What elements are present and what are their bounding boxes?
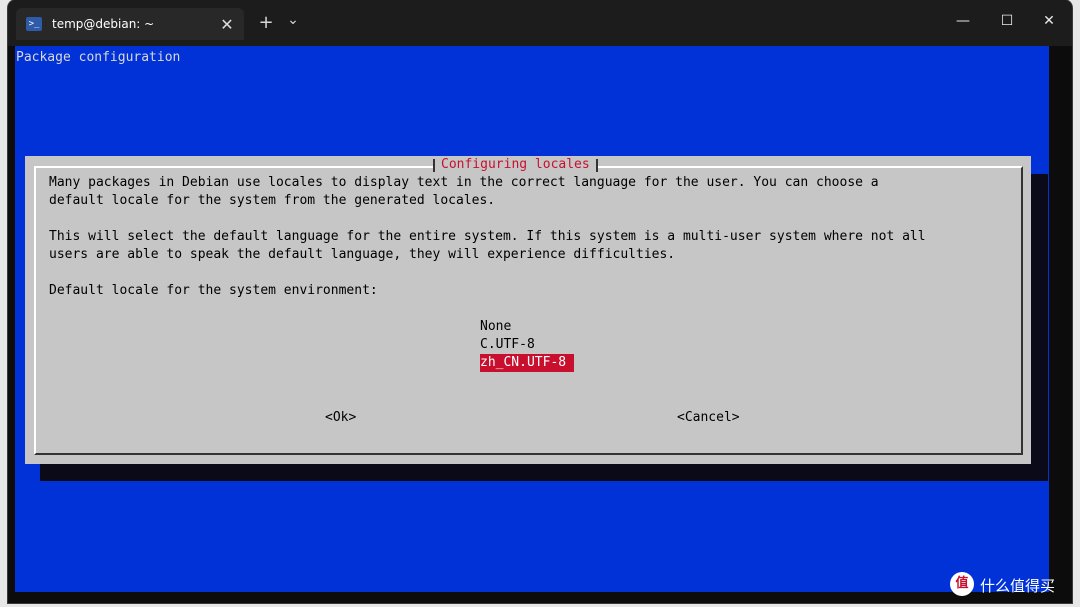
locale-option-none[interactable]: None (480, 318, 513, 336)
close-window-button[interactable]: ✕ (1026, 8, 1072, 34)
minimize-button[interactable]: — (940, 8, 986, 34)
dialog-title: Configuring locales (433, 156, 598, 174)
locale-option-c-utf8[interactable]: C.UTF-8 (480, 336, 537, 354)
package-configuration-title: Package configuration (16, 50, 181, 65)
watermark-text: 什么值得买 (980, 577, 1056, 595)
tab-title: temp@debian: ~ (52, 17, 155, 31)
locale-prompt: Default locale for the system environmen… (49, 283, 378, 298)
terminal-area[interactable]: Package configuration Configuring locale… (15, 46, 1049, 592)
watermark-logo-icon: 值 (950, 572, 974, 596)
terminal-window: >_ temp@debian: ~ ✕ + ⌄ — ☐ ✕ Package co… (8, 0, 1072, 603)
close-tab-icon[interactable]: ✕ (216, 15, 238, 34)
tab-debian[interactable]: >_ temp@debian: ~ ✕ (16, 8, 244, 40)
locale-option-zh-cn-utf8-selected[interactable]: zh_CN.UTF-8 (480, 354, 575, 372)
description-line: users are able to speak the default lang… (49, 247, 676, 262)
maximize-button[interactable]: ☐ (984, 8, 1030, 34)
description-line: This will select the default language fo… (49, 229, 926, 244)
powershell-icon: >_ (26, 17, 42, 31)
ok-button[interactable]: <Ok> (325, 409, 356, 427)
cancel-button[interactable]: <Cancel> (677, 409, 740, 427)
new-tab-button[interactable]: + (256, 12, 276, 33)
description-line: Many packages in Debian use locales to d… (49, 175, 879, 190)
description-line: default locale for the system from the g… (49, 193, 496, 208)
title-bar: >_ temp@debian: ~ ✕ + ⌄ — ☐ ✕ (8, 0, 1072, 46)
configuring-locales-dialog: Configuring locales Many packages in Deb… (25, 156, 1031, 464)
chevron-down-icon[interactable]: ⌄ (284, 12, 302, 28)
